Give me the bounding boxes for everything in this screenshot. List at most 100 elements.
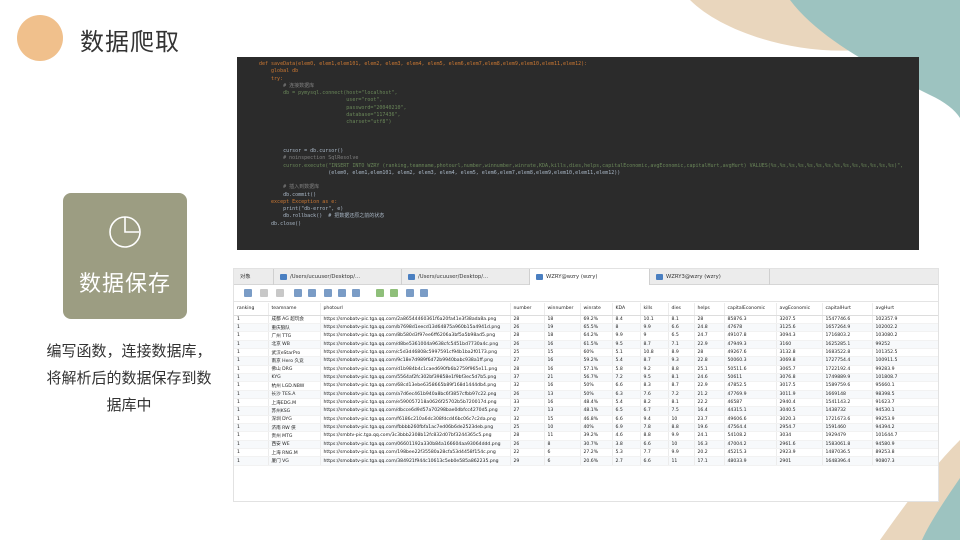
add-record-icon[interactable]	[294, 289, 302, 297]
table-cell[interactable]: 45215.3	[724, 448, 777, 458]
table-cell[interactable]: 94394.2	[872, 423, 938, 433]
tab-wzry3[interactable]: WZRY3@wzry (wzry)	[650, 269, 770, 285]
table-cell[interactable]: 27	[510, 406, 545, 416]
table-cell[interactable]: 24.7	[694, 331, 725, 341]
table-cell[interactable]: 2901	[776, 456, 823, 466]
table-cell[interactable]: 65.5%	[580, 323, 613, 333]
table-cell[interactable]: 6.7	[640, 406, 669, 416]
table-cell[interactable]: 46.8%	[580, 415, 613, 424]
table-cell[interactable]: 3017.5	[776, 381, 823, 391]
table-cell[interactable]: 26	[510, 440, 545, 450]
table-cell[interactable]: 49107.8	[724, 331, 777, 341]
table-cell[interactable]: 上海 RNG.M	[268, 448, 321, 458]
table-cell[interactable]: 6.5	[668, 331, 695, 341]
table-cell[interactable]: 50%	[580, 390, 613, 399]
table-cell[interactable]: 94530.1	[872, 406, 938, 416]
table-cell[interactable]: 10.8	[640, 348, 669, 358]
tab-objects[interactable]: 对象	[234, 269, 274, 285]
table-cell[interactable]: 47678	[724, 323, 777, 333]
tab-desktop-file-2[interactable]: /Users/ucuuser/Desktop/...	[402, 269, 530, 285]
table-cell[interactable]: 苏州KSG	[268, 406, 321, 416]
table-cell[interactable]: 48.1%	[580, 406, 613, 416]
table-cell[interactable]: https://smobatv-pic.tga.qq.com/fbbbb260f…	[320, 423, 511, 433]
table-cell[interactable]: 1625285.1	[822, 340, 873, 349]
filter-icon[interactable]	[324, 289, 332, 297]
table-cell[interactable]: 16.3	[694, 440, 725, 450]
table-cell[interactable]: 19	[544, 323, 581, 333]
table-row[interactable]: 1 深圳 DYG https://smobatv-pic.tga.qq.com/f6…	[234, 415, 938, 424]
table-cell[interactable]: 27.2%	[580, 448, 613, 458]
table-cell[interactable]: 9.3	[668, 356, 695, 366]
chart-icon[interactable]	[420, 289, 428, 297]
import-icon[interactable]	[376, 289, 384, 297]
table-cell[interactable]: 27	[510, 356, 545, 366]
table-cell[interactable]: 1	[234, 423, 269, 433]
table-cell[interactable]: 28	[510, 365, 545, 374]
table-cell[interactable]: 重庆狼队	[268, 323, 321, 333]
table-cell[interactable]: 99253.9	[872, 415, 938, 424]
delete-record-icon[interactable]	[308, 289, 316, 297]
column-header-capitalhurt[interactable]: capitalHurt	[822, 303, 873, 316]
table-cell[interactable]: 101644.7	[872, 431, 938, 441]
table-cell[interactable]: 3076.8	[776, 373, 823, 383]
table-cell[interactable]: https://smobatv-pic.tga.qq.com/9c18e7d98…	[320, 356, 511, 366]
table-cell[interactable]: 10	[544, 423, 581, 433]
table-row[interactable]: 1 贵州 MTG https://smbtv-pic.tga.qq.com/3c3b…	[234, 431, 938, 441]
table-row[interactable]: 1 广州 TTG https://smobatv-pic.tga.qq.com/8b…	[234, 331, 938, 341]
table-cell[interactable]: https://smobatv-pic.tga.qq.com/2a8654446…	[320, 315, 511, 324]
table-cell[interactable]: 南京 Hero 久竞	[268, 356, 321, 366]
table-cell[interactable]: 1	[234, 356, 269, 366]
table-cell[interactable]: 5.4	[612, 356, 641, 366]
table-cell[interactable]: 6	[544, 456, 581, 466]
table-cell[interactable]: 1669148	[822, 390, 873, 399]
table-cell[interactable]: 7.1	[668, 340, 695, 349]
table-cell[interactable]: 9.9	[640, 323, 669, 333]
table-row[interactable]: 1 武汉eStarPro https://smobatv-pic.tga.qq.co…	[234, 348, 938, 358]
table-cell[interactable]: 1	[234, 398, 269, 408]
table-cell[interactable]: 5.8	[612, 365, 641, 374]
table-cell[interactable]: https://smobatv-pic.tga.qq.com/8b580d3f9…	[320, 331, 511, 341]
table-cell[interactable]: https://smobatv-pic.tga.qq.com/5564af2fc…	[320, 373, 511, 383]
table-cell[interactable]: 25.1	[694, 365, 725, 374]
table-cell[interactable]: 1438732	[822, 406, 873, 416]
table-cell[interactable]: 47004.2	[724, 440, 777, 450]
table-cell[interactable]: 9.9	[668, 431, 695, 441]
table-cell[interactable]: 1	[234, 448, 269, 458]
table-cell[interactable]: 30.7%	[580, 440, 613, 450]
table-cell[interactable]: 28	[510, 315, 545, 324]
table-cell[interactable]: 22.2	[694, 398, 725, 408]
table-cell[interactable]: https://smobatv-pic.tga.qq.com/d1b984b4c…	[320, 365, 511, 374]
table-cell[interactable]: 16.4	[694, 406, 725, 416]
table-cell[interactable]: 54108.2	[724, 431, 777, 441]
table-cell[interactable]: 47769.9	[724, 390, 777, 399]
table-cell[interactable]: 8	[544, 440, 581, 450]
table-cell[interactable]: 99252	[872, 340, 938, 349]
table-cell[interactable]: 长沙 TES.A	[268, 390, 321, 399]
table-cell[interactable]: 1	[234, 373, 269, 383]
table-cell[interactable]: 厦门 VG	[268, 456, 321, 466]
table-cell[interactable]: 48033.9	[724, 456, 777, 466]
table-cell[interactable]: 24.6	[694, 373, 725, 383]
table-cell[interactable]: 8.7	[668, 381, 695, 391]
table-cell[interactable]: 3034	[776, 431, 823, 441]
table-cell[interactable]: 3132.8	[776, 348, 823, 358]
table-cell[interactable]: 7.7	[640, 448, 669, 458]
table-cell[interactable]: 7.2	[668, 390, 695, 399]
table-cell[interactable]: 26	[510, 340, 545, 349]
table-cell[interactable]: 20.6%	[580, 456, 613, 466]
table-cell[interactable]: 2.7	[612, 456, 641, 466]
table-cell[interactable]: 28	[510, 331, 545, 341]
table-cell[interactable]: 3020.3	[776, 415, 823, 424]
table-cell[interactable]: 1	[234, 331, 269, 341]
table-cell[interactable]: 5.4	[612, 398, 641, 408]
table-cell[interactable]: 9.9	[668, 448, 695, 458]
table-cell[interactable]: 16	[544, 365, 581, 374]
table-cell[interactable]: 9.9	[612, 331, 641, 341]
table-cell[interactable]: 16	[544, 356, 581, 366]
table-cell[interactable]: 上海EDG.M	[268, 398, 321, 408]
table-row[interactable]: 1 上海 RNG.M https://smobatv-pic.tga.qq.com/…	[234, 448, 938, 458]
table-cell[interactable]: 杭州 LGD.NBW	[268, 381, 321, 391]
table-cell[interactable]: 9.5	[612, 340, 641, 349]
column-header-teamname[interactable]: teamname	[268, 303, 321, 316]
table-cell[interactable]: https://smobatv-pic.tga.qq.com/c5d3d4680…	[320, 348, 511, 358]
